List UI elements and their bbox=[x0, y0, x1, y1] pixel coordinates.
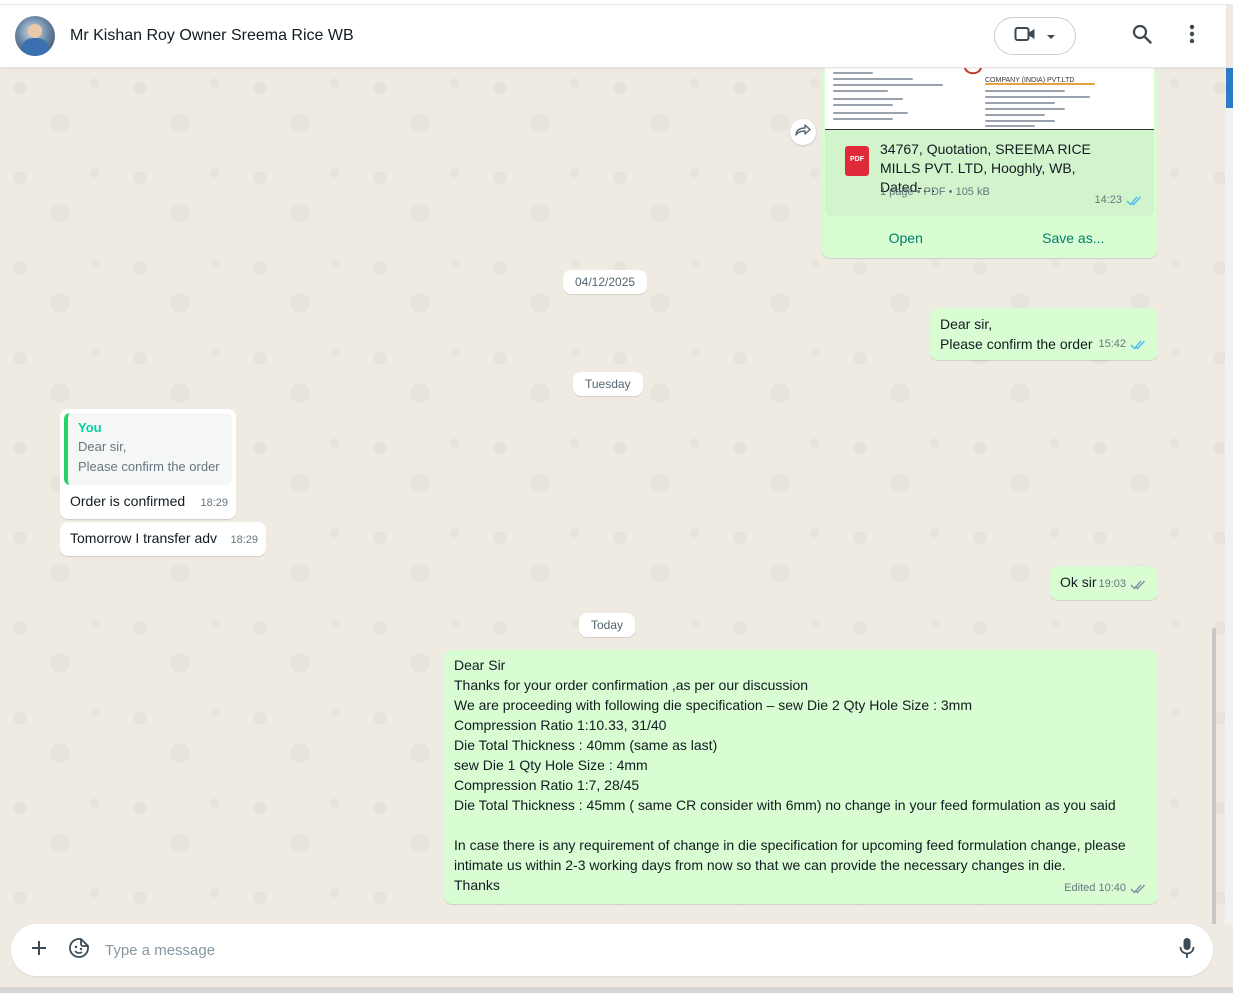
window-scrollbar[interactable] bbox=[1225, 108, 1233, 924]
message-line: intimate us within 2-3 working days from… bbox=[454, 857, 1066, 873]
message-time: 15:42 bbox=[1098, 338, 1126, 350]
voice-message-button[interactable] bbox=[1175, 937, 1199, 964]
message-meta: 15:42 bbox=[1098, 334, 1146, 354]
menu-icon bbox=[1189, 24, 1195, 49]
window-top-strip bbox=[0, 0, 1233, 5]
message-composer bbox=[11, 924, 1213, 976]
message-meta: 18:29 bbox=[200, 493, 228, 513]
forward-button[interactable] bbox=[790, 119, 816, 145]
message-time: 14:23 bbox=[1094, 194, 1122, 206]
double-check-icon bbox=[1130, 883, 1146, 894]
date-separator: 04/12/2025 bbox=[563, 270, 648, 294]
message-line: Thanks bbox=[454, 877, 500, 893]
incoming-message: Tomorrow I transfer adv 18:29 bbox=[60, 522, 266, 556]
message-line: In case there is any requirement of chan… bbox=[454, 837, 1126, 853]
document-message: COMPANY (INDIA) PVT.LTD PDF 34767, Quota… bbox=[822, 68, 1157, 258]
date-separator: Today bbox=[579, 613, 636, 637]
message-line: Thanks for your order confirmation ,as p… bbox=[454, 677, 809, 693]
chat-scrollbar-thumb[interactable] bbox=[1212, 628, 1216, 924]
forward-icon bbox=[795, 123, 811, 141]
microphone-icon bbox=[1179, 937, 1195, 964]
pdf-icon: PDF bbox=[845, 146, 869, 176]
incoming-message: You Dear sir, Please confirm the order O… bbox=[60, 409, 236, 519]
message-line: Dear Sir bbox=[454, 657, 506, 673]
message-time: Edited 10:40 bbox=[1064, 882, 1126, 894]
quote-author: You bbox=[78, 420, 102, 435]
document-details: 1 page • PDF • 105 kB bbox=[880, 186, 990, 198]
quote-text: Dear sir, bbox=[78, 439, 127, 454]
document-company-header: COMPANY (INDIA) PVT.LTD bbox=[985, 77, 1075, 84]
message-meta: 18:29 bbox=[230, 530, 258, 550]
message-time: 18:29 bbox=[200, 497, 228, 509]
double-check-icon bbox=[1130, 339, 1146, 350]
message-input[interactable] bbox=[105, 935, 1175, 965]
search-icon bbox=[1132, 24, 1152, 49]
plus-icon bbox=[30, 939, 48, 962]
message-text: Dear sir, bbox=[940, 316, 993, 332]
avatar[interactable] bbox=[15, 16, 55, 56]
message-meta: 14:23 bbox=[1094, 190, 1142, 210]
open-button[interactable]: Open bbox=[822, 218, 990, 258]
message-line: Compression Ratio 1:7, 28/45 bbox=[454, 777, 640, 793]
header-actions bbox=[994, 17, 1204, 55]
outgoing-message: Dear sir, Please confirm the order 15:42 bbox=[930, 308, 1158, 360]
double-check-icon bbox=[1126, 195, 1142, 206]
message-time: 19:03 bbox=[1098, 578, 1126, 590]
message-time: 18:29 bbox=[230, 534, 258, 546]
message-line: We are proceeding with following die spe… bbox=[454, 697, 972, 713]
outgoing-message: Dear Sir Thanks for your order confirmat… bbox=[444, 650, 1158, 904]
contact-name[interactable]: Mr Kishan Roy Owner Sreema Rice WB bbox=[70, 27, 354, 45]
outgoing-message: Ok sir 19:03 bbox=[1050, 566, 1158, 600]
date-separator: Tuesday bbox=[573, 372, 643, 396]
double-check-icon bbox=[1130, 579, 1146, 590]
chat-area[interactable]: COMPANY (INDIA) PVT.LTD PDF 34767, Quota… bbox=[0, 68, 1226, 924]
video-call-button[interactable] bbox=[994, 17, 1076, 55]
message-meta: 19:03 bbox=[1098, 574, 1146, 594]
search-button[interactable] bbox=[1130, 24, 1154, 48]
quoted-message[interactable]: You Dear sir, Please confirm the order bbox=[64, 413, 232, 485]
video-call-icon bbox=[1014, 26, 1036, 47]
document-info[interactable]: PDF 34767, Quotation, SREEMA RICE MILLS … bbox=[825, 130, 1154, 216]
chevron-down-icon bbox=[1046, 27, 1056, 45]
document-actions: Open Save as... bbox=[822, 218, 1157, 258]
chat-header: Mr Kishan Roy Owner Sreema Rice WB bbox=[0, 5, 1226, 68]
message-line: Die Total Thickness : 40mm (same as last… bbox=[454, 737, 718, 753]
attach-button[interactable] bbox=[27, 938, 51, 962]
save-as-button[interactable]: Save as... bbox=[990, 218, 1158, 258]
sticker-button[interactable] bbox=[67, 937, 91, 964]
message-text: Tomorrow I transfer adv bbox=[70, 530, 218, 546]
side-scroll-indicator bbox=[1226, 68, 1233, 108]
logo-icon bbox=[964, 68, 982, 75]
message-text: Order is confirmed bbox=[70, 493, 186, 509]
message-meta: Edited 10:40 bbox=[1064, 878, 1146, 898]
message-line: sew Die 1 Qty Hole Size : 4mm bbox=[454, 757, 648, 773]
menu-button[interactable] bbox=[1180, 24, 1204, 48]
message-line: Compression Ratio 1:10.33, 31/40 bbox=[454, 717, 667, 733]
message-line-blank bbox=[454, 815, 1148, 835]
document-preview[interactable]: COMPANY (INDIA) PVT.LTD bbox=[825, 68, 1154, 130]
message-line: Die Total Thickness : 45mm ( same CR con… bbox=[454, 797, 1116, 813]
window-bottom-strip bbox=[0, 987, 1233, 993]
sticker-icon bbox=[68, 937, 90, 964]
quote-text: Please confirm the order bbox=[78, 459, 220, 474]
